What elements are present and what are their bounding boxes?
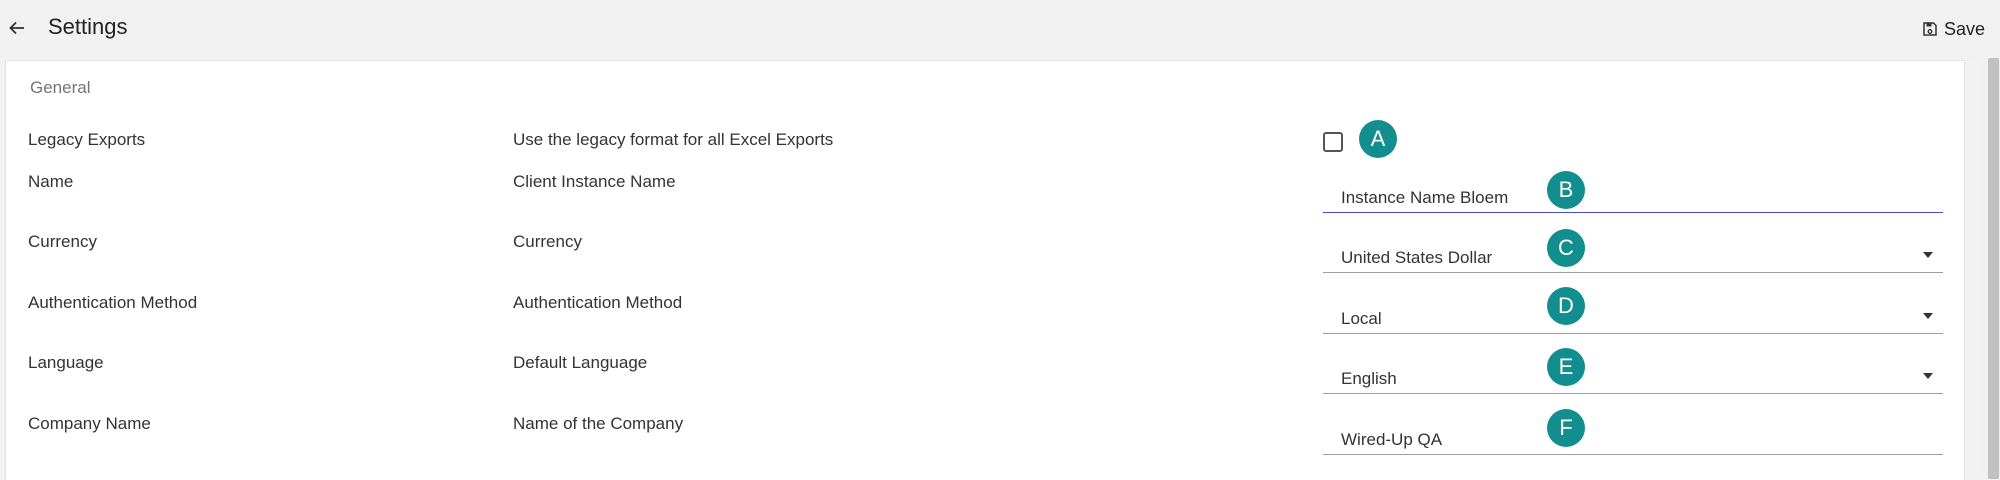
authentication-method-value: Local: [1341, 309, 1382, 328]
row-label-name: Name: [28, 172, 74, 191]
language-value: English: [1341, 369, 1397, 388]
row-description-language: Default Language: [513, 353, 648, 372]
scrollbar-thumb[interactable]: [1988, 58, 1999, 479]
arrow-left-icon: [9, 21, 24, 35]
badge-c: C: [1547, 229, 1585, 267]
row-label-currency: Currency: [28, 232, 97, 251]
top-bar: [0, 0, 2000, 58]
authentication-method-select[interactable]: Local: [1323, 297, 1943, 334]
row-label-company-name: Company Name: [28, 414, 151, 433]
row-description-legacy-exports: Use the legacy format for all Excel Expo…: [513, 130, 834, 149]
caret-down-icon: [1923, 373, 1933, 379]
instance-name-value: Instance Name Bloem: [1341, 188, 1509, 207]
row-description-name: Client Instance Name: [513, 172, 676, 191]
row-label-language: Language: [28, 353, 104, 372]
row-description-authentication-method: Authentication Method: [513, 293, 683, 312]
badge-e: E: [1547, 348, 1585, 386]
caret-down-icon: [1923, 252, 1933, 258]
row-description-currency: Currency: [513, 232, 582, 251]
badge-d: D: [1547, 287, 1585, 325]
page-title: Settings: [48, 14, 128, 39]
save-button[interactable]: Save: [1922, 16, 1985, 42]
section-title: General: [30, 78, 91, 97]
currency-select[interactable]: United States Dollar: [1323, 236, 1943, 273]
legacy-exports-checkbox[interactable]: [1323, 132, 1343, 152]
company-name-input[interactable]: Wired-Up QA: [1323, 418, 1943, 455]
currency-value: United States Dollar: [1341, 248, 1493, 267]
caret-down-icon: [1923, 313, 1933, 319]
row-label-authentication-method: Authentication Method: [28, 293, 198, 312]
badge-a: A: [1359, 120, 1397, 158]
row-description-company-name: Name of the Company: [513, 414, 684, 433]
badge-f: F: [1547, 409, 1585, 447]
language-select[interactable]: English: [1323, 357, 1943, 394]
instance-name-input[interactable]: Instance Name Bloem: [1323, 176, 1943, 213]
back-button[interactable]: [4, 15, 30, 41]
row-label-legacy-exports: Legacy Exports: [28, 130, 146, 149]
save-label: Save: [1944, 18, 1986, 39]
badge-b: B: [1547, 171, 1585, 209]
company-name-value: Wired-Up QA: [1341, 430, 1443, 449]
floppy-disk-icon: [1923, 22, 1937, 36]
